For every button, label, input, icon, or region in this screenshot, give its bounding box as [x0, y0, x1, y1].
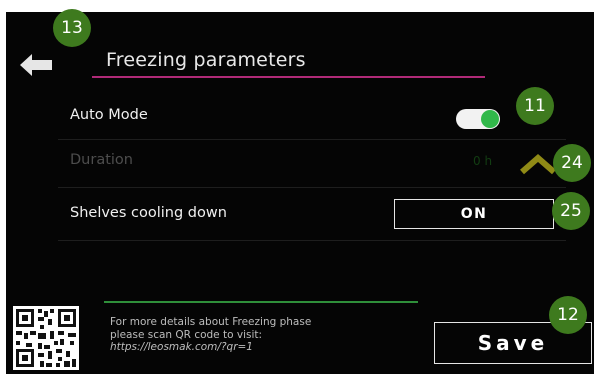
callout-badge-save: 12	[549, 296, 587, 334]
freezing-parameters-screen: Freezing parameters Auto Mode Duration 0…	[6, 12, 594, 374]
row-divider	[58, 187, 566, 188]
shelves-label: Shelves cooling down	[70, 205, 227, 221]
qr-code-icon	[13, 306, 79, 370]
page-title: Freezing parameters	[106, 49, 306, 71]
footer-divider	[104, 301, 418, 303]
duration-label: Duration	[70, 152, 133, 168]
footer-info-url[interactable]: https://leosmak.com/?qr=1	[110, 341, 311, 354]
auto-mode-toggle[interactable]	[456, 109, 500, 129]
chevron-up-icon[interactable]	[518, 152, 558, 176]
back-arrow-icon[interactable]	[18, 52, 54, 78]
auto-mode-row: Auto Mode	[58, 97, 566, 137]
shelves-on-button[interactable]: ON	[394, 199, 554, 229]
callout-badge-auto-mode: 11	[516, 87, 554, 125]
callout-badge-duration: 24	[553, 144, 591, 182]
duration-row: Duration 0 h	[58, 142, 566, 182]
callout-badge-back: 13	[53, 9, 91, 47]
toggle-knob	[481, 110, 499, 128]
row-divider	[58, 240, 566, 241]
footer-info-line2: please scan QR code to visit:	[110, 328, 263, 341]
shelves-row: Shelves cooling down ON	[58, 195, 566, 235]
footer-info-line1: For more details about Freezing phase	[110, 316, 312, 328]
row-divider	[58, 139, 566, 140]
footer-info: For more details about Freezing phase pl…	[110, 316, 311, 354]
title-underline	[92, 76, 485, 78]
duration-value: 0 h	[473, 154, 493, 168]
callout-badge-shelves: 25	[552, 192, 590, 230]
auto-mode-label: Auto Mode	[70, 107, 148, 123]
